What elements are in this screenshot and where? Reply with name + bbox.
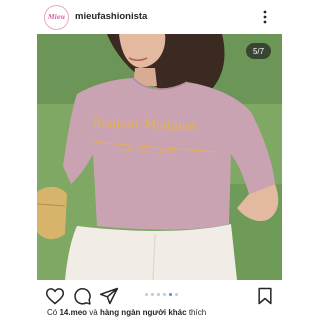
likes-connector: và	[89, 308, 98, 317]
carousel-counter: 5/7	[246, 43, 271, 59]
carousel-dot	[175, 293, 178, 296]
more-vertical-icon[interactable]	[258, 9, 272, 25]
post-header: Mieu mieufashionista	[0, 0, 320, 34]
carousel-dot	[151, 293, 154, 296]
likes-summary: Có 14.meo và hàng ngàn người khác thích	[47, 308, 206, 317]
comment-icon[interactable]	[72, 286, 92, 306]
bookmark-icon[interactable]	[255, 286, 275, 306]
carousel-dots	[145, 293, 178, 296]
others-link[interactable]: hàng ngàn người khác	[100, 308, 187, 317]
avatar-logo-text: Mieu	[47, 14, 66, 21]
likes-prefix: Có	[47, 308, 58, 317]
carousel-dot	[145, 293, 148, 296]
photo-illustration	[37, 34, 282, 280]
avatar[interactable]: Mieu	[44, 5, 69, 30]
likes-suffix: thích	[188, 308, 207, 317]
username-link[interactable]: mieufashionista	[75, 11, 147, 22]
post-photo[interactable]: Bonjour Madame 10 - 8 - 189X 5/7	[37, 34, 282, 280]
carousel-dot	[163, 293, 166, 296]
send-icon[interactable]	[99, 286, 119, 306]
carousel-dot-active	[169, 293, 172, 296]
action-bar	[0, 282, 320, 308]
liker-username-link[interactable]: 14.meo	[59, 308, 87, 317]
carousel-dot	[157, 293, 160, 296]
heart-icon[interactable]	[45, 286, 65, 306]
